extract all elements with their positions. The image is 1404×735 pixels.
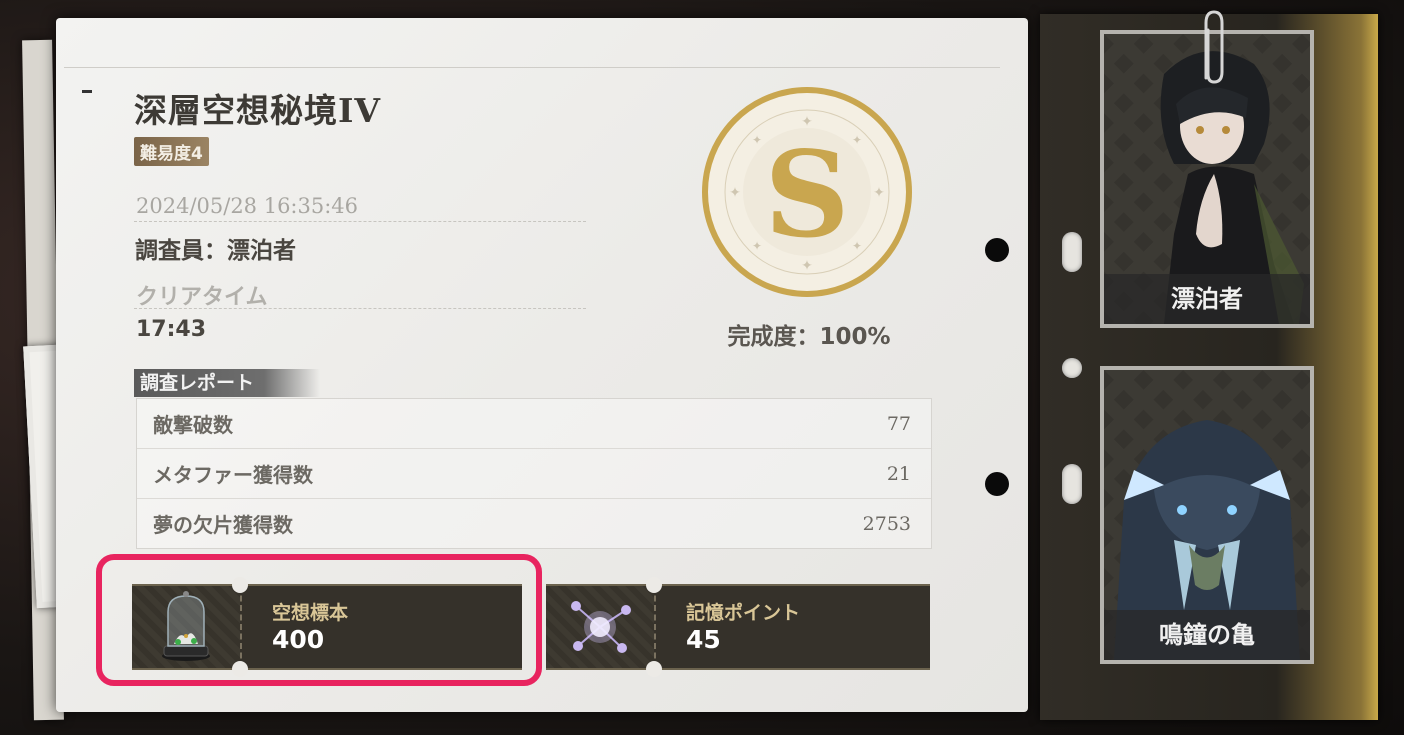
investigator-name: 調査員：漂泊者 <box>135 238 296 264</box>
binder-hole <box>1062 358 1082 378</box>
dashed-divider <box>134 221 586 222</box>
report-row-label: 夢の欠片獲得数 <box>153 513 293 537</box>
highlight-frame <box>96 554 542 686</box>
rank-s-emblem: ✦ ✦ ✦ ✦ ✦ ✦ ✦ ✦ S <box>702 87 912 297</box>
binder-hole <box>1062 464 1082 504</box>
ticket-notch <box>646 577 662 593</box>
portrait-name: 鳴鐘の亀 <box>1104 610 1310 660</box>
report-row-value: 77 <box>886 412 911 435</box>
binder-ring <box>985 472 1009 496</box>
report-header: 調査レポート <box>134 369 320 397</box>
svg-text:✦: ✦ <box>752 239 762 253</box>
report-table: 敵撃破数 77 メタファー獲得数 21 夢の欠片獲得数 2753 <box>136 398 932 549</box>
reward-value: 45 <box>686 625 721 654</box>
top-divider <box>64 67 1000 68</box>
portrait-name: 漂泊者 <box>1104 274 1310 324</box>
portrait-bell-turtle[interactable]: 鳴鐘の亀 <box>1100 366 1314 664</box>
stage-title: 深層空想秘境IV <box>134 91 382 130</box>
binder-ring <box>985 238 1009 262</box>
report-row-metaphor: メタファー獲得数 21 <box>137 449 931 499</box>
svg-text:✦: ✦ <box>852 133 862 147</box>
dashed-divider <box>134 308 586 309</box>
ticket-notch <box>646 661 662 677</box>
svg-text:✦: ✦ <box>852 239 862 253</box>
collapse-dash <box>82 90 92 93</box>
report-row-enemies: 敵撃破数 77 <box>137 399 931 449</box>
report-row-value: 2753 <box>862 512 911 535</box>
svg-text:✦: ✦ <box>873 185 885 201</box>
reward-divider <box>654 586 656 668</box>
memory-crystal-icon <box>571 601 631 653</box>
report-row-label: メタファー獲得数 <box>153 463 313 487</box>
completion-rate: 完成度：100% <box>727 324 891 350</box>
rank-letter: S <box>764 125 849 264</box>
difficulty-badge: 難易度4 <box>134 137 209 166</box>
paperclip-icon <box>1204 10 1224 84</box>
report-row-dream-fragments: 夢の欠片獲得数 2753 <box>137 499 931 548</box>
reward-label: 記憶ポイント <box>686 602 801 624</box>
clear-time-value: 17:43 <box>136 317 207 342</box>
reward-icon-slot <box>546 586 654 668</box>
binder-hole <box>1062 232 1082 272</box>
report-row-value: 21 <box>886 462 911 485</box>
reward-memory-points[interactable]: 記憶ポイント 45 <box>546 577 930 677</box>
clear-time-label: クリアタイム <box>136 285 268 310</box>
svg-text:✦: ✦ <box>752 133 762 147</box>
svg-text:✦: ✦ <box>729 185 741 201</box>
record-date: 2024/05/28 16:35:46 <box>136 194 359 218</box>
report-row-label: 敵撃破数 <box>153 413 233 437</box>
